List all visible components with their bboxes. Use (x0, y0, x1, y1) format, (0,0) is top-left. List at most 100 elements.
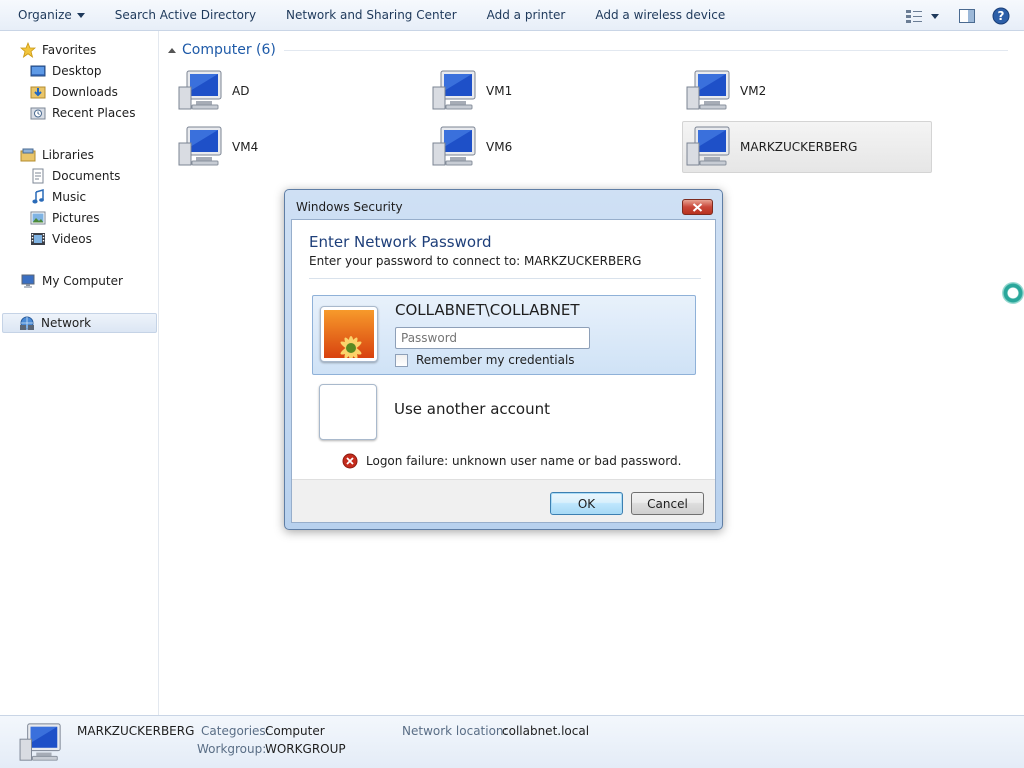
close-button[interactable] (682, 199, 713, 215)
credential-tile-collabnet[interactable]: COLLABNET\COLLABNET Remember my credenti… (312, 295, 696, 375)
sidebar-item-label: My Computer (42, 274, 123, 288)
close-icon (692, 202, 703, 212)
categories-label: Categories: (201, 724, 270, 738)
group-title: Computer (6) (182, 42, 276, 58)
network-computer-icon (178, 70, 222, 110)
network-icon (20, 316, 34, 330)
sidebar-item-pictures[interactable]: Pictures (30, 208, 100, 228)
chevron-down-icon (76, 12, 85, 18)
dialog-body: Enter Network Password Enter your passwo… (291, 219, 716, 523)
views-icon[interactable] (904, 5, 944, 27)
help-icon[interactable]: ? (990, 5, 1012, 27)
error-text: Logon failure: unknown user name or bad … (366, 454, 682, 468)
organize-button[interactable]: Organize (0, 0, 100, 31)
ok-button[interactable]: OK (550, 492, 623, 515)
computer-item-vm2[interactable]: VM2 (668, 65, 918, 117)
details-pane: MARKZUCKERBERG Categories: Computer Work… (0, 715, 1024, 768)
network-computer-icon (432, 70, 476, 110)
divider (309, 278, 701, 279)
network-location-label: Network location: (402, 724, 508, 738)
dialog-heading: Enter Network Password (309, 233, 492, 251)
desktop-gadget-icon[interactable] (1002, 282, 1024, 304)
computer-item-markzuckerberg[interactable]: MARKZUCKERBERG (682, 121, 932, 173)
dialog-title: Windows Security (296, 200, 403, 214)
sidebar-item-label: Network (41, 316, 92, 330)
computer-item-vm6[interactable]: VM6 (414, 121, 664, 173)
blank-avatar (319, 384, 377, 440)
error-icon (342, 453, 358, 469)
add-printer-button[interactable]: Add a printer (472, 0, 581, 31)
group-divider (283, 49, 1008, 51)
sidebar-item-libraries[interactable]: Libraries (20, 145, 94, 165)
categories-value: Computer (265, 724, 325, 738)
checkbox-box[interactable] (395, 353, 408, 367)
account-name: COLLABNET\COLLABNET (395, 301, 580, 319)
computer-name: VM1 (486, 84, 513, 98)
documents-icon (32, 168, 44, 184)
add-wireless-device-button[interactable]: Add a wireless device (580, 0, 740, 31)
password-input[interactable] (395, 327, 590, 349)
error-message: Logon failure: unknown user name or bad … (342, 453, 681, 469)
computer-name: VM4 (232, 140, 259, 154)
computer-name: VM6 (486, 140, 513, 154)
computer-name: MARKZUCKERBERG (740, 140, 858, 154)
sidebar-item-label: Music (52, 190, 87, 204)
sidebar-item-favorites[interactable]: Favorites (20, 40, 96, 60)
windows-security-dialog: Windows Security Enter Network Password … (284, 189, 723, 530)
star-icon (20, 42, 36, 58)
sidebar-item-network[interactable]: Network (2, 313, 157, 333)
network-computer-icon (19, 723, 61, 761)
network-computer-icon (686, 70, 730, 110)
cancel-button[interactable]: Cancel (631, 492, 704, 515)
preview-pane-icon[interactable] (956, 5, 978, 27)
computer-item-ad[interactable]: AD (160, 65, 410, 117)
pictures-icon (30, 211, 46, 225)
sidebar-item-label: Downloads (52, 85, 118, 99)
flower-avatar-icon (324, 310, 374, 360)
dialog-instruction: Enter your password to connect to: MARKZ… (309, 254, 642, 268)
sidebar-item-label: Libraries (42, 148, 94, 162)
navigation-pane: Favorites Desktop Downloads Recent Place… (0, 31, 159, 715)
sidebar-item-music[interactable]: Music (30, 187, 86, 207)
music-icon (32, 189, 44, 204)
workgroup-value: WORKGROUP (265, 742, 346, 756)
sidebar-item-label: Favorites (42, 43, 97, 57)
computer-name: AD (232, 84, 250, 98)
workgroup-label: Workgroup: (197, 742, 267, 756)
recent-places-icon (30, 107, 46, 120)
details-computer-name: MARKZUCKERBERG (77, 724, 195, 738)
sidebar-item-label: Desktop (52, 64, 102, 78)
sidebar-item-desktop[interactable]: Desktop (30, 61, 102, 81)
libraries-icon (20, 148, 36, 162)
use-another-account-tile[interactable]: Use another account (312, 380, 696, 444)
network-computer-icon (178, 126, 222, 166)
downloads-folder-icon (30, 86, 46, 99)
computer-icon (21, 274, 35, 288)
sidebar-item-recent-places[interactable]: Recent Places (30, 103, 135, 123)
search-active-directory-button[interactable]: Search Active Directory (100, 0, 271, 31)
computer-item-vm4[interactable]: VM4 (160, 121, 410, 173)
network-computer-icon (432, 126, 476, 166)
computer-item-vm1[interactable]: VM1 (414, 65, 664, 117)
sidebar-item-my-computer[interactable]: My Computer (20, 271, 123, 291)
network-sharing-center-button[interactable]: Network and Sharing Center (271, 0, 472, 31)
use-another-account-label: Use another account (394, 400, 550, 418)
remember-credentials-checkbox[interactable]: Remember my credentials (395, 353, 575, 367)
sidebar-item-label: Pictures (52, 211, 100, 225)
sidebar-item-label: Recent Places (52, 106, 136, 120)
checkbox-label: Remember my credentials (416, 353, 575, 367)
videos-icon (31, 233, 45, 245)
sidebar-item-videos[interactable]: Videos (30, 229, 92, 249)
svg-text:?: ? (998, 9, 1005, 23)
network-location-value: collabnet.local (502, 724, 590, 738)
computer-name: VM2 (740, 84, 767, 98)
dialog-footer: OK Cancel (292, 479, 715, 522)
sidebar-item-downloads[interactable]: Downloads (30, 82, 118, 102)
command-bar: Organize Search Active Directory Network… (0, 0, 1024, 31)
sidebar-item-label: Documents (52, 169, 121, 183)
group-header-computer[interactable]: Computer (6) (168, 40, 1008, 60)
sidebar-item-label: Videos (52, 232, 92, 246)
desktop-icon (30, 65, 46, 77)
sidebar-item-documents[interactable]: Documents (30, 166, 120, 186)
network-computer-icon (686, 126, 730, 166)
